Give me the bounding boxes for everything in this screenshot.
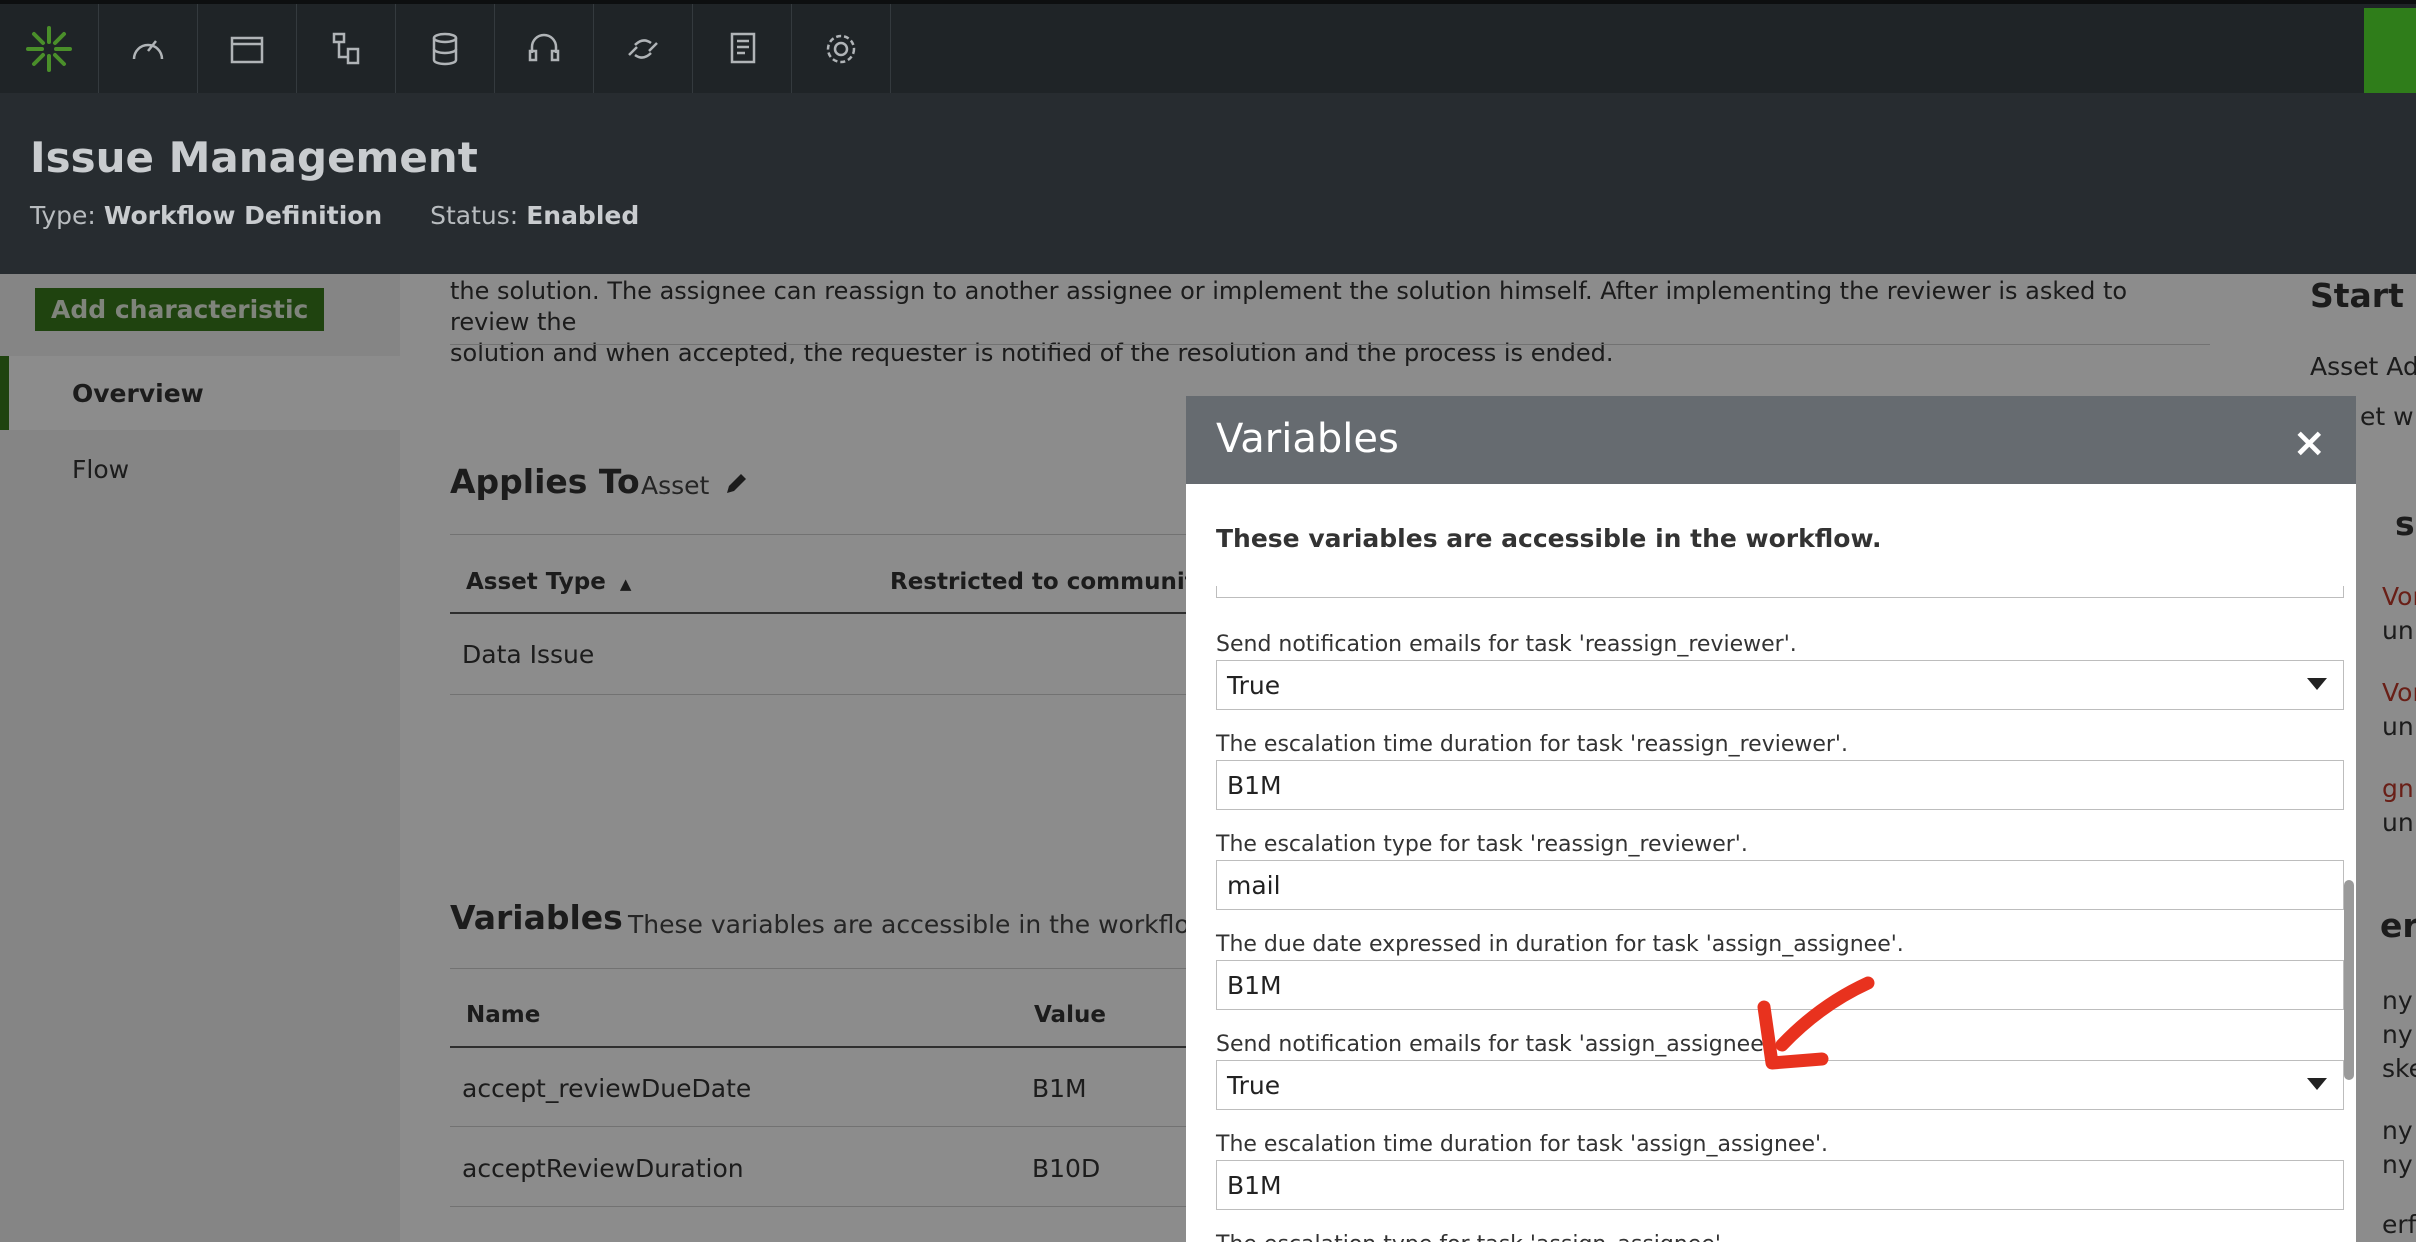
- page-title: Issue Management: [30, 133, 478, 182]
- variable-field-partial[interactable]: [1216, 586, 2344, 598]
- status-value: Enabled: [526, 201, 640, 230]
- reports-icon: [730, 32, 756, 63]
- variable-label: The escalation type for task 'reassign_r…: [1216, 832, 1748, 857]
- variable-label: The due date expressed in duration for t…: [1216, 932, 1904, 957]
- variable-label: The escalation type for task 'assign_ass…: [1216, 1232, 1728, 1242]
- nav-catalog[interactable]: [198, 4, 297, 93]
- modal-title: Variables: [1216, 416, 1399, 462]
- input-value: B1M: [1227, 770, 1282, 800]
- database-icon: [432, 32, 458, 65]
- input-value: mail: [1227, 870, 1281, 900]
- variable-select-reassign-reviewer-notify[interactable]: True: [1216, 660, 2344, 710]
- select-value: True: [1227, 1070, 1281, 1100]
- input-value: B1M: [1227, 1170, 1282, 1200]
- select-value: True: [1227, 670, 1281, 700]
- gear-icon: [826, 34, 856, 63]
- type-value: Workflow Definition: [103, 201, 383, 230]
- primary-action-button[interactable]: [2364, 8, 2416, 93]
- variable-label: The escalation time duration for task 'r…: [1216, 732, 1848, 757]
- modal-header: Variables ×: [1186, 396, 2356, 484]
- variable-input-reassign-reviewer-escalation-type[interactable]: mail: [1216, 860, 2344, 910]
- nav-support[interactable]: [495, 4, 594, 93]
- folder-icon: [230, 36, 264, 63]
- close-icon[interactable]: ×: [2292, 420, 2326, 466]
- arrow-annotation-icon: [1757, 976, 1875, 1070]
- chevron-down-icon: [2307, 1078, 2327, 1090]
- variables-modal: Variables × These variables are accessib…: [1186, 396, 2356, 1242]
- nav-reports[interactable]: [693, 4, 792, 93]
- modal-intro: These variables are accessible in the wo…: [1216, 524, 1882, 553]
- variable-label: Send notification emails for task 'assig…: [1216, 1032, 1777, 1057]
- nav-dashboard[interactable]: [99, 4, 198, 93]
- diagram-icon: [332, 32, 360, 64]
- logo-icon: [26, 25, 72, 72]
- page-meta: Type: Workflow Definition Status: Enable…: [30, 201, 639, 230]
- status-label: Status:: [430, 201, 519, 230]
- transfer-icon: [628, 38, 658, 59]
- nav-diagram[interactable]: [297, 4, 396, 93]
- variable-input-assign-assignee-escalation-duration[interactable]: B1M: [1216, 1160, 2344, 1210]
- logo-button[interactable]: [0, 4, 99, 93]
- page-header: Issue Management Type: Workflow Definiti…: [0, 93, 2416, 274]
- nav-data[interactable]: [396, 4, 495, 93]
- chevron-down-icon: [2307, 678, 2327, 690]
- top-nav-bar: [0, 0, 2416, 93]
- input-value: B1M: [1227, 970, 1282, 1000]
- support-icon: [528, 33, 560, 61]
- nav-settings[interactable]: [792, 4, 891, 93]
- modal-scrollbar[interactable]: [2344, 880, 2354, 1080]
- variable-label: Send notification emails for task 'reass…: [1216, 632, 1797, 657]
- variable-label: The escalation time duration for task 'a…: [1216, 1132, 1829, 1157]
- variable-input-reassign-reviewer-escalation-duration[interactable]: B1M: [1216, 760, 2344, 810]
- type-label: Type:: [30, 201, 96, 230]
- nav-transfer[interactable]: [594, 4, 693, 93]
- dashboard-icon: [132, 39, 164, 59]
